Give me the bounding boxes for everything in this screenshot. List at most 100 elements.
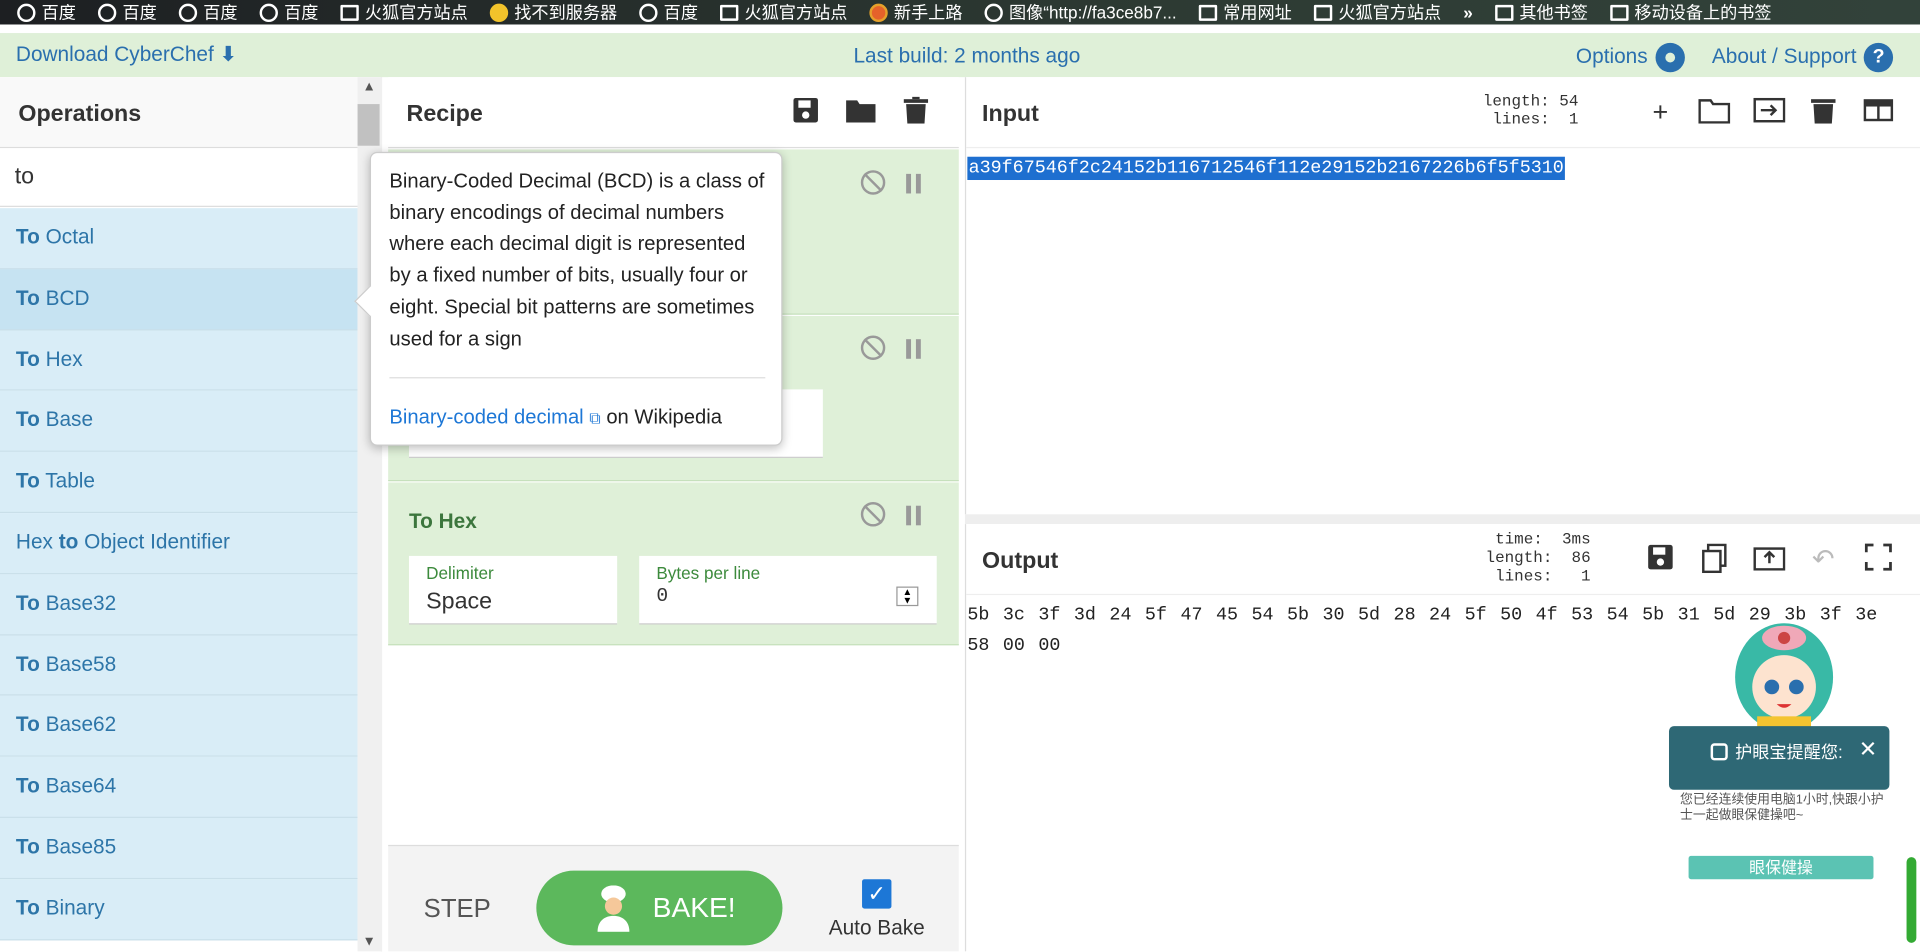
popup-title: 护眼宝提醒您: (1735, 742, 1843, 762)
bytes-per-line-label: Bytes per line (656, 563, 761, 583)
length-value: 86 (1571, 548, 1591, 567)
bookmark-folder[interactable]: 其他书签 (1494, 0, 1588, 24)
save-icon[interactable] (791, 97, 820, 126)
operation-item[interactable]: To Base62 (0, 695, 358, 757)
eye-icon (1710, 743, 1728, 761)
stepper-icon[interactable]: ▲ ▼ (896, 586, 919, 607)
copy-icon[interactable] (1698, 543, 1730, 576)
help-icon: ? (1863, 42, 1894, 73)
eye-exercise-button[interactable]: 眼保健操 (1688, 855, 1874, 880)
operation-item[interactable]: To Octal (0, 208, 358, 270)
operation-item[interactable]: To Base (0, 391, 358, 453)
disable-icon[interactable] (860, 170, 886, 195)
operation-item[interactable]: To Base58 (0, 634, 358, 696)
bookmark-item[interactable]: 百度 (17, 0, 76, 24)
operation-item[interactable]: Hex to Object Identifier (0, 513, 358, 575)
bookmark-item[interactable]: 火狐官方站点 (1313, 0, 1442, 24)
scroll-up-icon[interactable]: ▲ (362, 80, 375, 95)
bookmark-item[interactable]: 百度 (639, 0, 698, 24)
operation-item[interactable]: To BCD (0, 269, 358, 331)
bookmark-item[interactable]: 找不到服务器 (489, 0, 617, 24)
maximise-icon[interactable] (1862, 543, 1894, 576)
save-output-icon[interactable] (1645, 544, 1677, 576)
match-highlight: To (15, 225, 40, 249)
operation-item[interactable]: To Base85 (0, 817, 358, 879)
globe-icon (178, 3, 198, 22)
auto-bake-toggle[interactable]: ✓ Auto Bake (828, 879, 926, 945)
external-link-icon: ⧉ (589, 408, 601, 428)
bookmark-item[interactable]: 火狐官方站点 (340, 0, 468, 24)
io-divider[interactable] (964, 514, 1920, 525)
match-highlight: To (15, 469, 40, 493)
trash-icon[interactable] (901, 96, 930, 126)
eye-care-popup: 护眼宝提醒您: ✕ (1668, 726, 1890, 790)
disable-icon[interactable] (860, 502, 886, 527)
pause-icon[interactable] (906, 339, 921, 359)
bookmark-label: 百度 (122, 2, 157, 23)
more-bookmarks-icon[interactable]: » (1463, 2, 1473, 22)
search-input[interactable] (14, 160, 346, 195)
checkbox-checked-icon[interactable]: ✓ (862, 879, 892, 909)
scroll-down-icon[interactable]: ▼ (362, 934, 375, 949)
bytes-per-line-input[interactable]: Bytes per line 0 ▲ ▼ (639, 555, 937, 625)
bake-button[interactable]: BAKE! (536, 870, 783, 946)
folder-icon (1313, 4, 1333, 21)
open-file-icon[interactable] (1753, 97, 1786, 129)
match-highlight: To (15, 835, 40, 859)
input-text[interactable]: a39f67546f2c24152b116712546f112e29152b21… (967, 156, 1566, 181)
operations-list: To Octal To BCD To Hex To Base To Table Hex t… (0, 208, 358, 940)
lines-label: lines: (1492, 110, 1550, 129)
delimiter-select[interactable]: Delimiter Space (408, 555, 618, 625)
bookmark-label: 火狐官方站点 (1338, 2, 1442, 23)
globe-icon (17, 3, 36, 22)
tooltip-wiki: Binary-coded decimal ⧉ on Wikipedia (389, 407, 722, 430)
bookmark-folder[interactable]: 移动设备上的书签 (1609, 0, 1772, 24)
bytes-per-line-value: 0 (656, 585, 669, 608)
close-icon[interactable]: ✕ (1859, 737, 1877, 763)
disable-icon[interactable] (860, 335, 886, 361)
bookmark-label: 常用网址 (1223, 2, 1292, 23)
replace-input-icon[interactable] (1753, 544, 1786, 576)
lines-value: 1 (1568, 110, 1579, 129)
bookmarks-bar: 百度 百度 百度 百度 火狐官方站点 找不到服务器 百度 火狐官方站点 新手上路 图像“http:… (0, 0, 1920, 25)
bookmark-item[interactable]: 图像“http://fa3ce8b7... (984, 0, 1177, 24)
folder-icon (340, 4, 359, 21)
pause-icon[interactable] (906, 173, 921, 194)
bookmark-item[interactable]: 常用网址 (1198, 0, 1292, 24)
input-header: Input length: 54 lines: 1 + (966, 77, 1920, 149)
download-link[interactable]: Download CyberChef ⬇ (16, 43, 237, 67)
undo-icon[interactable]: ↶ (1807, 544, 1839, 576)
bookmark-item[interactable]: 百度 (97, 0, 157, 24)
gear-icon (1655, 42, 1685, 73)
pause-icon[interactable] (906, 505, 921, 526)
scroll-thumb[interactable] (357, 104, 380, 146)
operation-item[interactable]: To Table (0, 452, 358, 514)
step-button[interactable]: STEP (424, 895, 491, 924)
options-button[interactable]: Options (1576, 42, 1685, 73)
clear-input-icon[interactable] (1807, 97, 1839, 129)
mascot-image (1735, 623, 1834, 734)
bookmark-item[interactable]: 新手上路 (869, 0, 962, 24)
operation-tooltip: Binary-Coded Decimal (BCD) is a class of… (354, 151, 783, 446)
operation-item[interactable]: To Base64 (0, 756, 358, 818)
bookmark-label: 百度 (203, 2, 238, 23)
recipe-header: Recipe (388, 77, 959, 149)
output-stats: time: 3ms length: 86 lines: 1 (1480, 530, 1591, 585)
wikipedia-link[interactable]: Binary-coded decimal ⧉ (389, 407, 600, 429)
bookmark-item[interactable]: 火狐官方站点 (720, 0, 847, 24)
operation-item[interactable]: To Base32 (0, 574, 358, 635)
open-folder-icon[interactable] (1698, 97, 1731, 129)
bookmark-item[interactable]: 百度 (178, 0, 238, 24)
operations-title: Operations (18, 101, 142, 128)
download-icon: ⬇ (219, 42, 238, 67)
globe-icon (97, 3, 117, 22)
layout-icon[interactable] (1862, 97, 1894, 129)
globe-icon (984, 3, 1003, 22)
operation-item[interactable]: To Hex (0, 330, 358, 392)
bookmark-item[interactable]: 百度 (259, 0, 318, 24)
add-tab-icon[interactable]: + (1645, 97, 1677, 129)
about-support-button[interactable]: About / Support? (1712, 42, 1894, 73)
page-scroll-indicator[interactable] (1906, 857, 1917, 943)
folder-icon[interactable] (845, 97, 876, 126)
operation-item[interactable]: To Binary (0, 878, 358, 940)
